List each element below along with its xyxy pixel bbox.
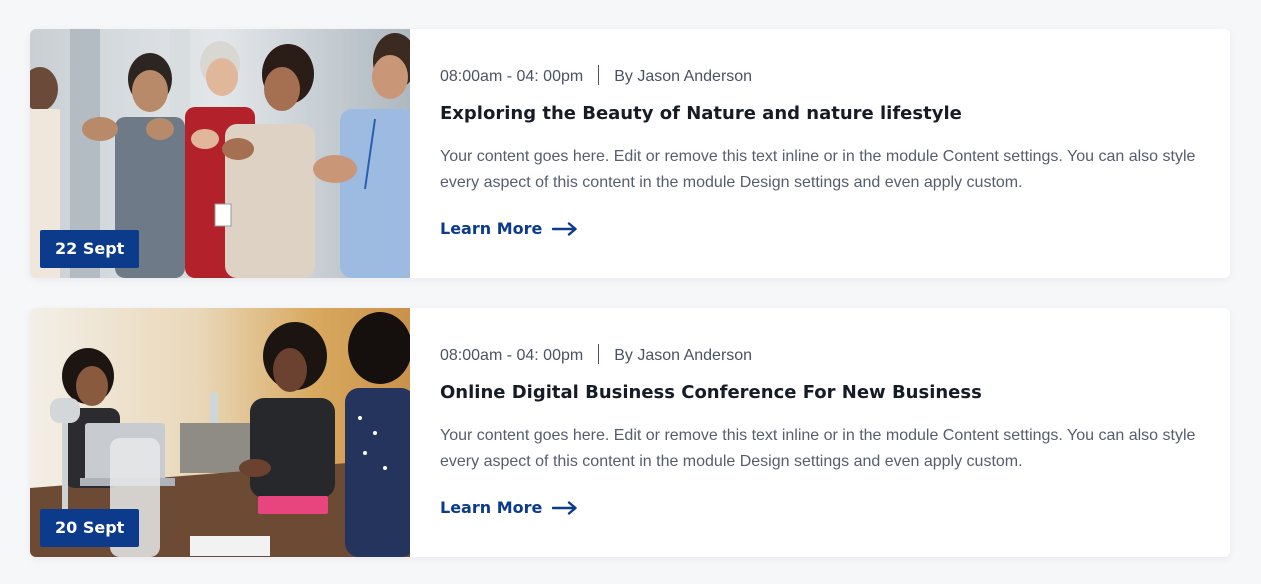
event-image[interactable]: 20 Sept — [30, 308, 410, 557]
meta-divider — [598, 65, 600, 85]
meta-divider — [598, 344, 600, 364]
event-title[interactable]: Online Digital Business Conference For N… — [440, 381, 982, 405]
learn-more-link[interactable]: Learn More — [440, 217, 578, 241]
date-badge: 20 Sept — [40, 509, 140, 547]
event-meta: 08:00am - 04: 00pm By Jason Anderson — [440, 65, 753, 87]
event-description: Your content goes here. Edit or remove t… — [440, 148, 1196, 191]
event-title[interactable]: Exploring the Beauty of Nature and natur… — [440, 102, 962, 126]
learn-more-label: Learn More — [440, 219, 543, 238]
arrow-right-icon — [552, 222, 578, 236]
event-author: By Jason Anderson — [614, 68, 753, 86]
arrow-right-icon — [552, 501, 578, 515]
event-card: 20 Sept 08:00am - 04: 00pm By Jason Ander… — [30, 308, 1230, 557]
event-author: By Jason Anderson — [614, 347, 753, 365]
event-description: Your content goes here. Edit or remove t… — [440, 427, 1196, 470]
event-time: 08:00am - 04: 00pm — [440, 347, 584, 365]
event-time: 08:00am - 04: 00pm — [440, 68, 584, 86]
event-meta: 08:00am - 04: 00pm By Jason Anderson — [440, 344, 753, 366]
date-badge: 22 Sept — [40, 230, 140, 268]
event-image[interactable]: 22 Sept — [30, 29, 410, 278]
learn-more-link[interactable]: Learn More — [440, 496, 578, 520]
learn-more-label: Learn More — [440, 498, 543, 517]
event-card: 22 Sept 08:00am - 04: 00pm By Jason Ander… — [30, 29, 1230, 278]
